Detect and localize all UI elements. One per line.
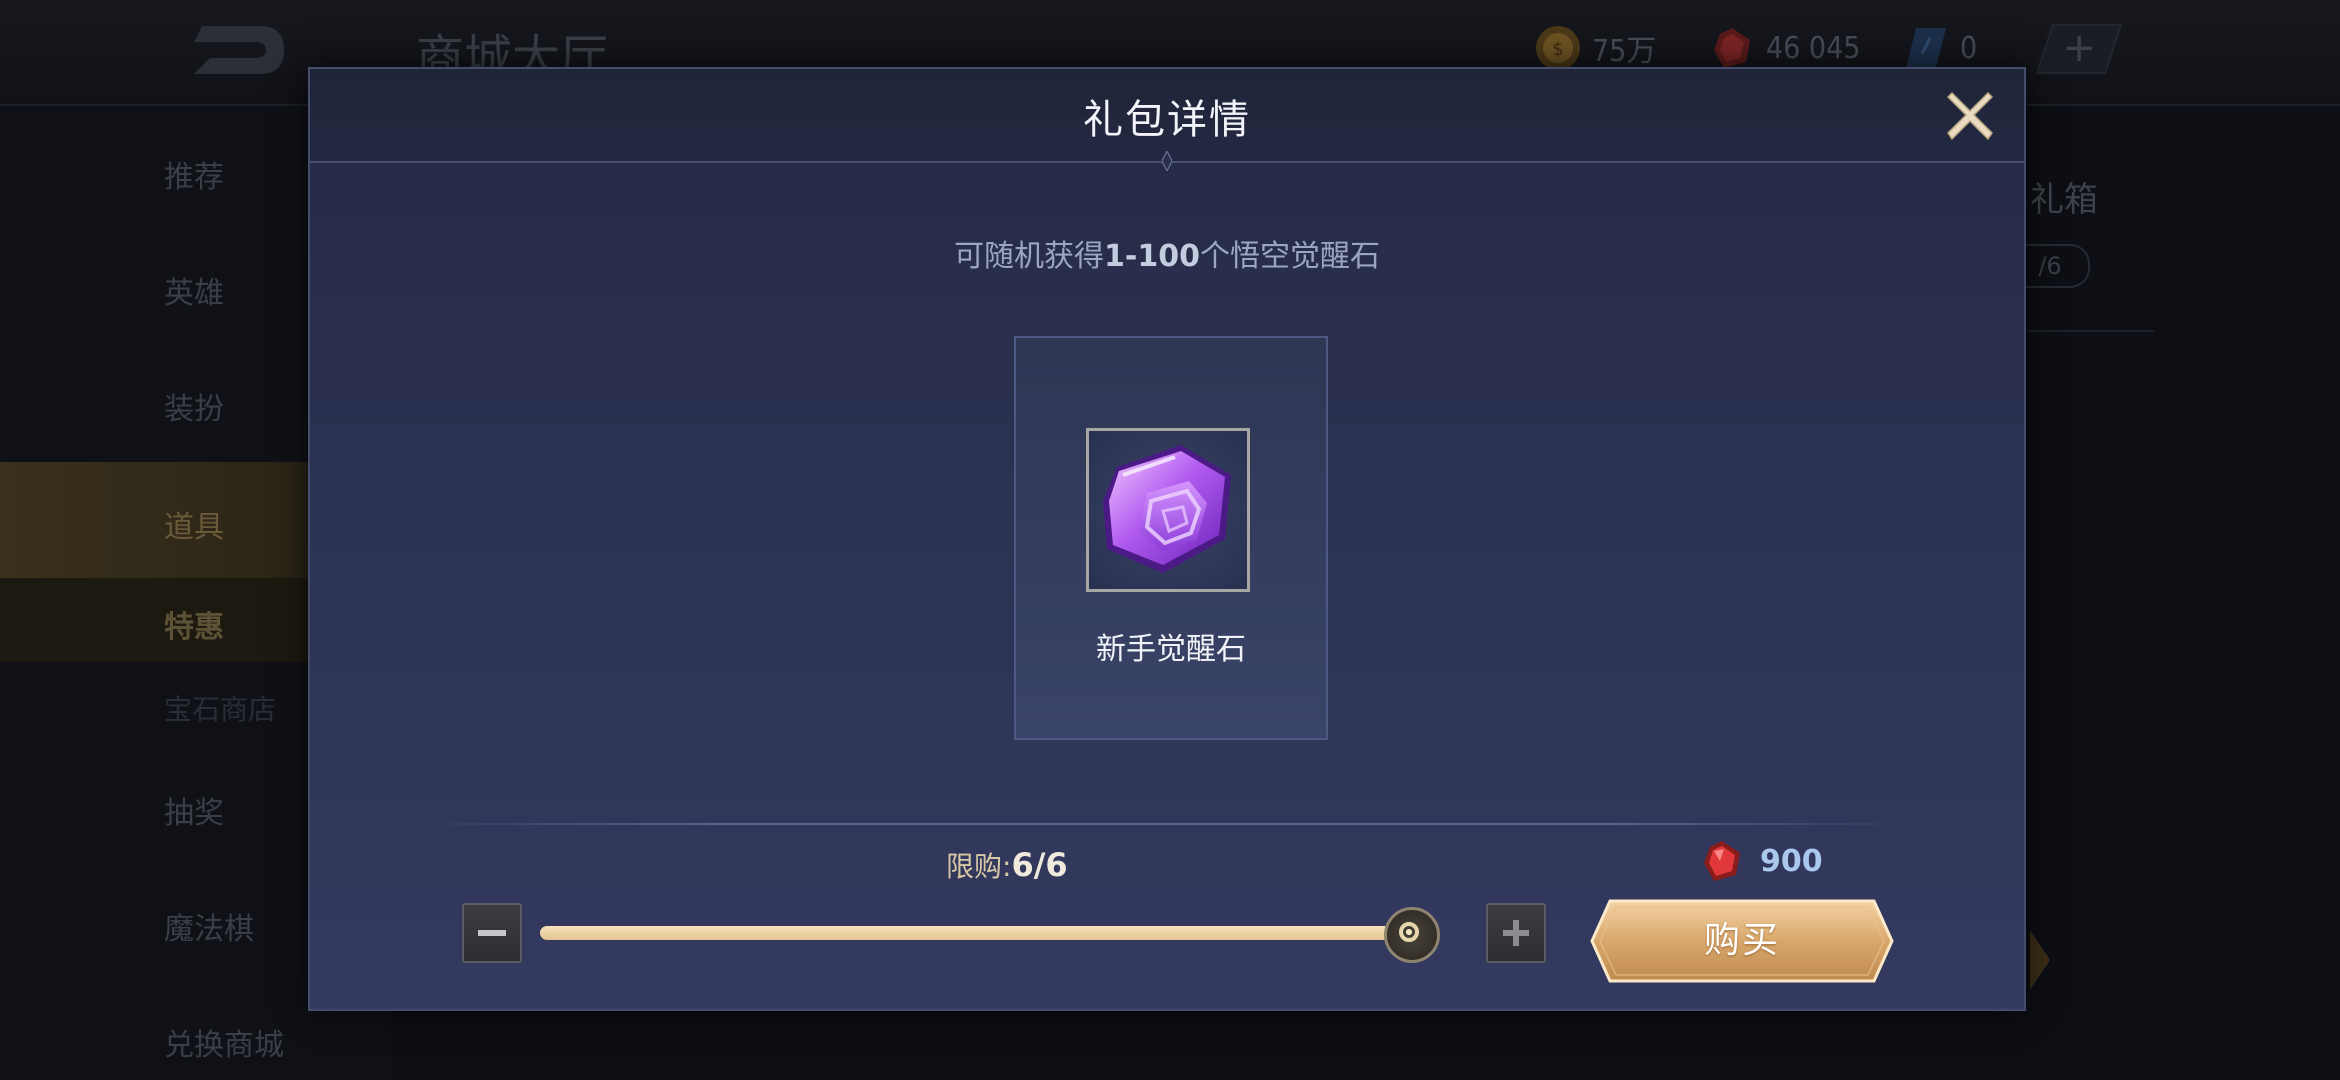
divider xyxy=(420,823,1910,825)
quantity-slider-track[interactable] xyxy=(540,926,1440,940)
increase-quantity-button[interactable] xyxy=(1486,903,1546,963)
gold-amount: 75万 xyxy=(1592,34,1657,69)
ticket-amount: 0 xyxy=(1960,30,1978,66)
currency-diamond: 46 045 xyxy=(1708,24,1860,72)
limit-label: 限购: xyxy=(946,850,1012,883)
item-card[interactable]: 新手觉醒石 xyxy=(1014,336,1328,740)
currency-ticket: 0 xyxy=(1902,24,1977,72)
sidebar-item-exchange[interactable]: 兑换商城 xyxy=(164,1020,284,1064)
currency-gold: $ 75万 xyxy=(1534,24,1656,72)
purple-crystal-icon xyxy=(1103,445,1231,573)
decrease-quantity-button[interactable] xyxy=(462,903,522,963)
bg-divider xyxy=(2028,330,2154,332)
quantity-slider-thumb[interactable] xyxy=(1384,907,1440,963)
plus-icon xyxy=(1503,920,1529,946)
minus-icon xyxy=(478,930,506,936)
back-icon[interactable] xyxy=(190,22,290,78)
sidebar-item-skins[interactable]: 装扮 xyxy=(164,384,224,428)
quantity-slider-fill xyxy=(540,926,1412,940)
purchase-limit: 限购:6/6 xyxy=(946,845,1068,885)
diamond-amount: 46 045 xyxy=(1766,30,1861,66)
svg-text:$: $ xyxy=(1552,39,1563,60)
gold-coin-icon: $ xyxy=(1536,26,1580,70)
red-diamond-icon xyxy=(1714,28,1750,68)
dialog-title: 礼包详情 xyxy=(1083,97,1251,143)
header-ornament-icon xyxy=(1162,151,1172,171)
buy-button-label: 购买 xyxy=(1703,920,1780,961)
description-suffix: 个悟空觉醒石 xyxy=(1199,239,1380,274)
sidebar-item-magic-chess[interactable]: 魔法棋 xyxy=(164,904,254,948)
sidebar-item-recommend[interactable]: 推荐 xyxy=(164,152,224,196)
sidebar-item-items[interactable]: 道具 xyxy=(164,502,224,546)
sidebar-item-lottery[interactable]: 抽奖 xyxy=(164,788,224,832)
sidebar-active-highlight xyxy=(0,462,310,578)
sidebar-sub-highlight xyxy=(0,578,310,662)
close-icon[interactable] xyxy=(1940,87,2000,147)
limit-value: 6/6 xyxy=(1011,846,1068,884)
dialog-header: 礼包详情 xyxy=(310,69,2024,163)
red-diamond-icon xyxy=(1704,841,1740,881)
item-name: 新手觉醒石 xyxy=(1096,632,1246,667)
item-icon-frame xyxy=(1086,428,1250,592)
price: 900 xyxy=(1700,839,1823,883)
bg-arrow-icon xyxy=(2030,930,2050,990)
blue-ticket-icon xyxy=(1906,28,1946,68)
pack-description: 可随机获得1-100个悟空觉醒石 xyxy=(310,231,2024,275)
sidebar-item-gem-shop[interactable]: 宝石商店 xyxy=(164,688,276,728)
description-prefix: 可随机获得 xyxy=(954,239,1105,274)
price-value: 900 xyxy=(1760,843,1823,879)
description-range: 1-100 xyxy=(1104,239,1200,274)
gift-pack-dialog: 礼包详情 可随机获得1-100个悟空觉醒石 新手觉醒石 限购:6/6 900 购… xyxy=(308,67,2026,1011)
bg-partial-label: 礼箱 xyxy=(2030,180,2098,220)
buy-button[interactable]: 购买 xyxy=(1590,899,1894,983)
sidebar-item-deals[interactable]: 特惠 xyxy=(164,602,224,646)
sidebar-item-heroes[interactable]: 英雄 xyxy=(164,268,224,312)
